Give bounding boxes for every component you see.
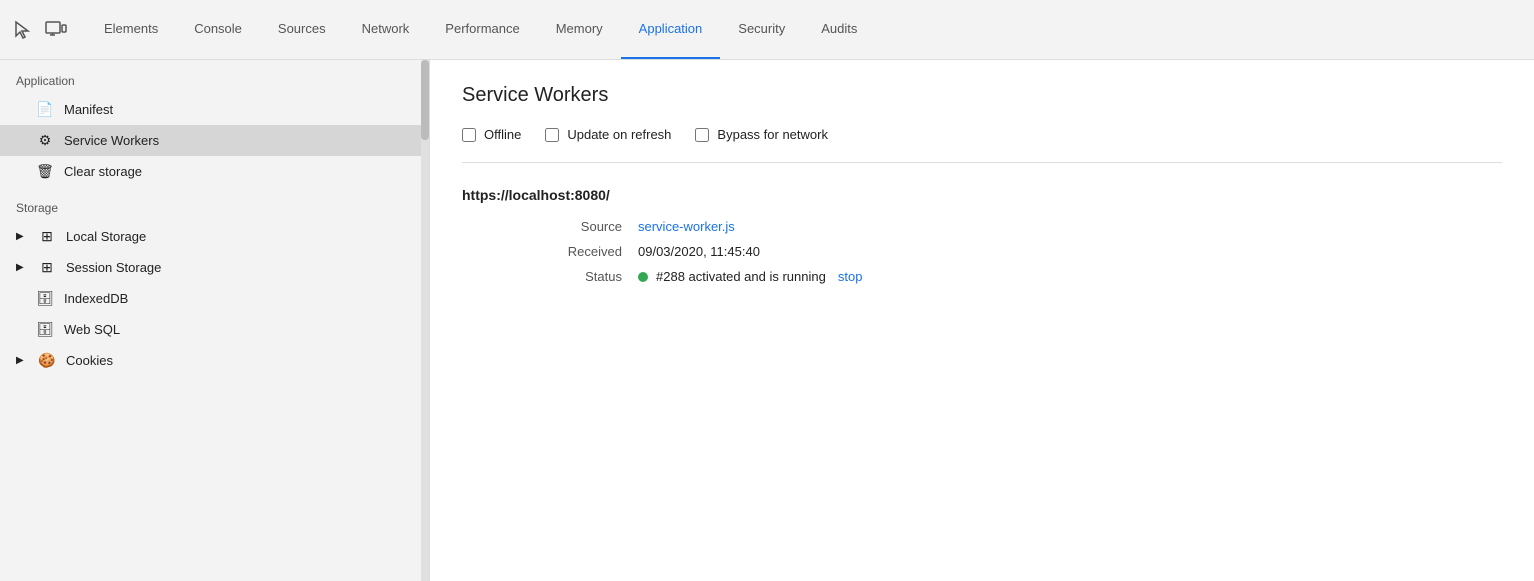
sidebar-item-local-storage[interactable]: ▶ ⊞ Local Storage [0,221,429,252]
sidebar-scrollbar-thumb[interactable] [421,60,429,140]
bypass-for-network-checkbox-label[interactable]: Bypass for network [695,127,828,142]
source-link[interactable]: service-worker.js [638,219,735,234]
content-panel: Service Workers Offline Update on refres… [430,60,1534,581]
status-text: #288 activated and is running [656,269,826,284]
received-value: 09/03/2020, 11:45:40 [638,244,760,259]
top-bar: Elements Console Sources Network Perform… [0,0,1534,60]
toolbar-icons [8,16,70,44]
session-storage-icon: ⊞ [38,259,56,276]
stop-link[interactable]: stop [838,269,863,284]
sidebar-item-clear-storage[interactable]: 🗑 Clear storage [0,156,429,187]
manifest-icon: 📄 [36,101,54,118]
service-workers-icon: ⚙ [36,132,54,149]
offline-checkbox[interactable] [462,128,476,142]
local-storage-arrow-icon: ▶ [16,231,28,242]
tab-elements[interactable]: Elements [86,0,176,59]
clear-storage-icon: 🗑 [36,163,54,180]
sidebar-item-session-storage[interactable]: ▶ ⊞ Session Storage [0,252,429,283]
sidebar-item-manifest[interactable]: 📄 Manifest [0,94,429,125]
top-bar-tabs: Elements Console Sources Network Perform… [86,0,875,59]
status-label: Status [542,269,622,284]
sidebar-item-service-workers[interactable]: ⚙ Service Workers [0,125,429,156]
update-on-refresh-checkbox-label[interactable]: Update on refresh [545,127,671,142]
content-title: Service Workers [462,84,1502,107]
tab-security[interactable]: Security [720,0,803,59]
sidebar-item-web-sql[interactable]: 🗄 Web SQL [0,314,429,345]
sw-entry: https://localhost:8080/ Source service-w… [462,187,1502,284]
sidebar-item-indexeddb[interactable]: 🗄 IndexedDB [0,283,429,314]
source-row: Source service-worker.js [462,219,1502,234]
content-divider [462,162,1502,163]
sw-url: https://localhost:8080/ [462,187,1502,203]
cursor-icon[interactable] [8,16,36,44]
received-label: Received [542,244,622,259]
device-icon[interactable] [42,16,70,44]
tab-performance[interactable]: Performance [427,0,537,59]
received-row: Received 09/03/2020, 11:45:40 [462,244,1502,259]
sidebar-item-cookies-label: Cookies [66,353,113,368]
tab-sources[interactable]: Sources [260,0,344,59]
sidebar-item-local-storage-label: Local Storage [66,229,146,244]
sidebar-item-service-workers-label: Service Workers [64,133,159,148]
web-sql-icon: 🗄 [36,321,54,338]
sidebar-item-session-storage-label: Session Storage [66,260,161,275]
update-on-refresh-checkbox[interactable] [545,128,559,142]
tab-network[interactable]: Network [344,0,428,59]
sidebar-item-manifest-label: Manifest [64,102,113,117]
offline-checkbox-label[interactable]: Offline [462,127,521,142]
source-label: Source [542,219,622,234]
sidebar-item-cookies[interactable]: ▶ 🍪 Cookies [0,345,429,376]
local-storage-icon: ⊞ [38,228,56,245]
bypass-for-network-label: Bypass for network [717,127,828,142]
session-storage-arrow-icon: ▶ [16,262,28,273]
status-value-row: #288 activated and is running stop [638,269,862,284]
indexeddb-icon: 🗄 [36,290,54,307]
tab-audits[interactable]: Audits [803,0,875,59]
sidebar-item-clear-storage-label: Clear storage [64,164,142,179]
status-row: Status #288 activated and is running sto… [462,269,1502,284]
sidebar-storage-section: Storage [0,187,429,221]
main-layout: Application 📄 Manifest ⚙ Service Workers… [0,60,1534,581]
tab-application[interactable]: Application [621,0,721,59]
tab-memory[interactable]: Memory [538,0,621,59]
sidebar: Application 📄 Manifest ⚙ Service Workers… [0,60,430,581]
sidebar-application-section: Application [0,60,429,94]
update-on-refresh-label: Update on refresh [567,127,671,142]
tab-console[interactable]: Console [176,0,260,59]
offline-label: Offline [484,127,521,142]
cookies-arrow-icon: ▶ [16,355,28,366]
cookies-icon: 🍪 [38,352,56,369]
sidebar-item-indexeddb-label: IndexedDB [64,291,128,306]
sidebar-item-web-sql-label: Web SQL [64,322,120,337]
status-dot [638,272,648,282]
sidebar-scrollbar-track[interactable] [421,60,429,581]
options-row: Offline Update on refresh Bypass for net… [462,127,1502,142]
bypass-for-network-checkbox[interactable] [695,128,709,142]
